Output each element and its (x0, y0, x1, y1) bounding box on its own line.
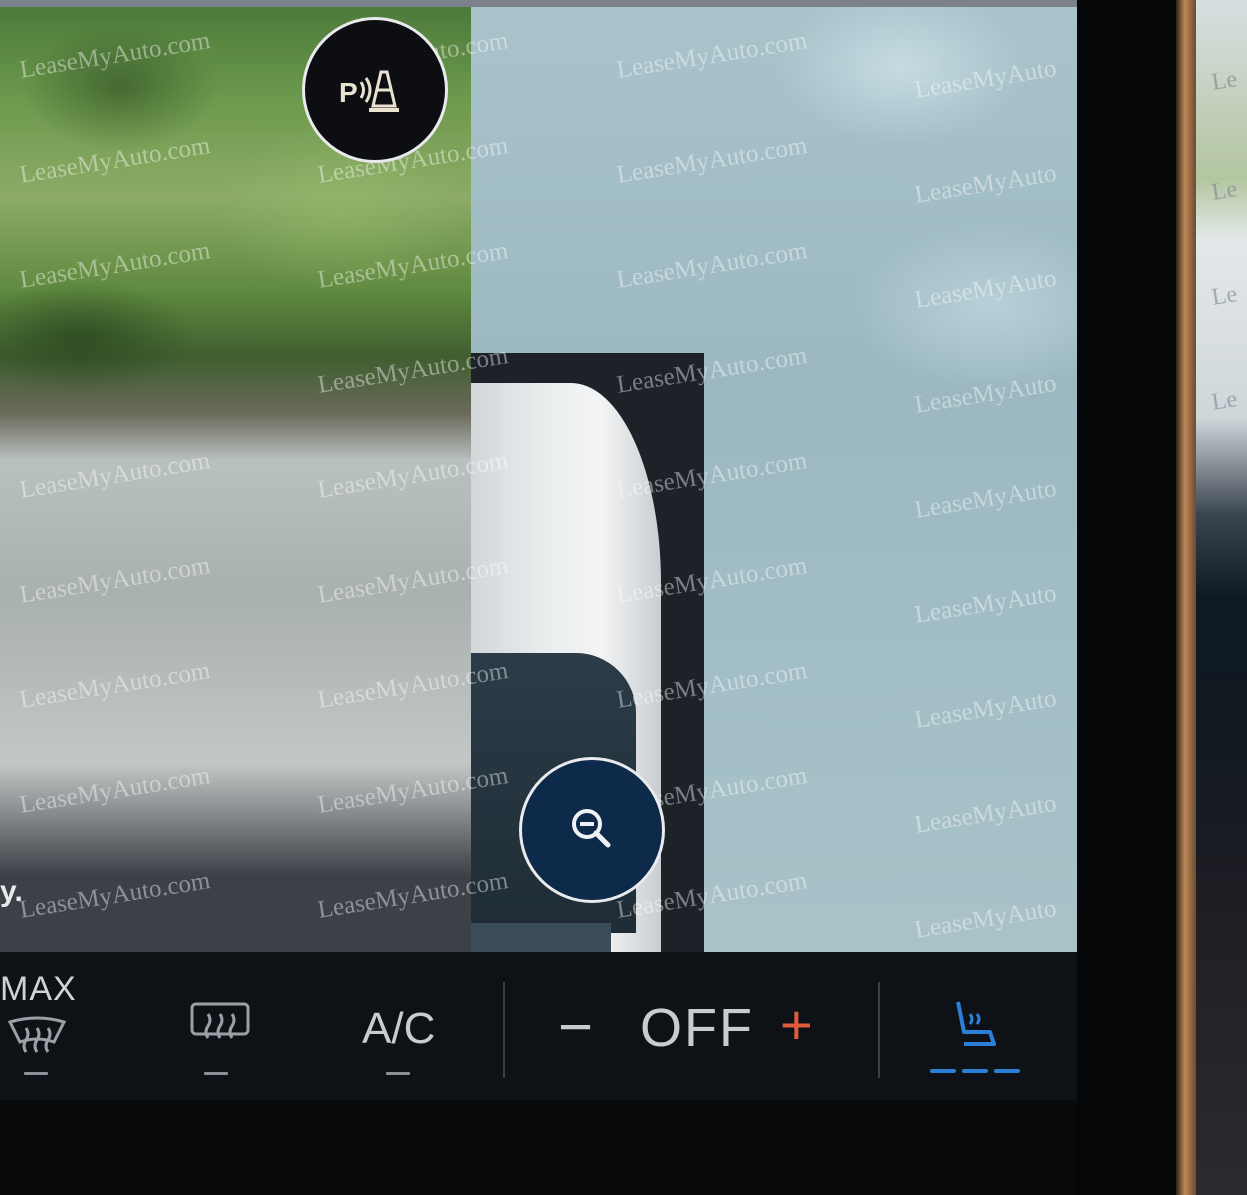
screen-bottom-edge (0, 1100, 1077, 1195)
vehicle-rear (471, 923, 611, 952)
max-defrost-label: MAX (0, 970, 77, 1008)
max-defrost-indicator (24, 1072, 48, 1075)
climate-control-bar: MAX A/C − OFF + (0, 952, 1077, 1100)
front-defrost-icon (7, 1016, 67, 1053)
watermark: Le (1209, 66, 1239, 96)
heated-seat-icon (956, 1001, 996, 1046)
ac-indicator (386, 1072, 410, 1075)
parking-sensor-button[interactable]: P (302, 17, 448, 163)
parking-sensor-icon: P (339, 70, 399, 112)
rear-defrost-button[interactable] (180, 952, 260, 1100)
ac-label: A/C (362, 1004, 436, 1053)
divider (878, 982, 880, 1078)
bezel-trim (1176, 0, 1196, 1195)
watermark: Le (1209, 386, 1239, 416)
zoom-out-icon (572, 809, 611, 848)
caption-fragment: y. (0, 875, 23, 908)
divider (503, 982, 505, 1078)
seat-level-3 (994, 1069, 1020, 1073)
zoom-out-button[interactable] (519, 757, 665, 903)
max-defrost-button[interactable]: MAX (0, 952, 80, 1100)
svg-text:P: P (339, 77, 358, 108)
seat-level-1 (930, 1069, 956, 1073)
top-edge (0, 0, 1247, 7)
rear-defrost-icon (190, 1002, 250, 1039)
rear-defrost-indicator (204, 1072, 228, 1075)
screen-bezel (1077, 0, 1187, 1195)
seat-heater-button[interactable] (920, 952, 1030, 1100)
watermark: Le (1209, 176, 1239, 206)
fan-status: OFF (640, 998, 754, 1058)
seat-level-2 (962, 1069, 988, 1073)
ac-button[interactable]: A/C (350, 952, 460, 1100)
fan-decrease-button[interactable]: − (558, 997, 593, 1057)
fan-increase-button[interactable]: + (780, 997, 813, 1053)
outside-background: Le Le Le Le (1196, 0, 1247, 1195)
camera-view: LeaseMyAuto.com LeaseMyAuto.com LeaseMyA… (0, 7, 1077, 952)
watermark: Le (1209, 281, 1239, 311)
